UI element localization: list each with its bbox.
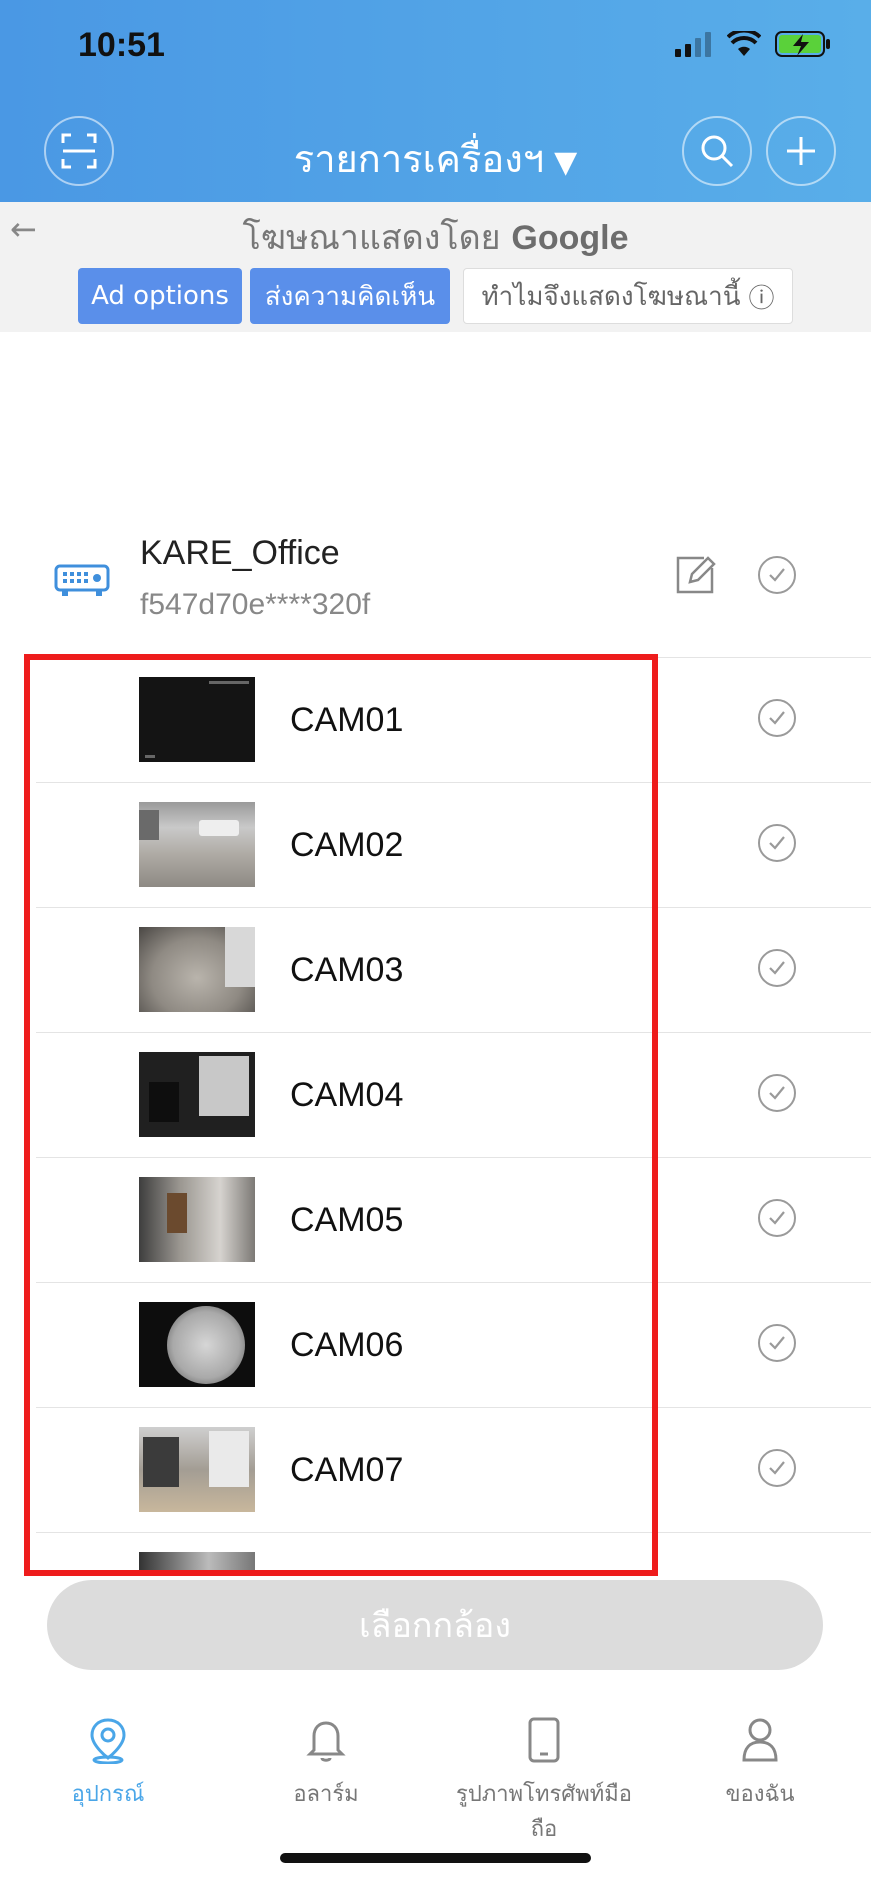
home-indicator [280, 1853, 591, 1863]
top-header: 10:51 รายการเครื่องฯ ▼ [0, 0, 871, 202]
location-pin-icon [90, 1718, 126, 1765]
plus-icon [787, 137, 815, 165]
select-camera-button[interactable]: เลือกกล้อง [47, 1580, 823, 1670]
camera-check-icon[interactable] [758, 949, 796, 987]
camera-check-icon[interactable] [758, 824, 796, 862]
device-name: KARE_Office [140, 534, 340, 572]
status-icons [675, 30, 831, 58]
tab-phone-photos-label: รูปภาพโทรศัพท์มือถือ [456, 1782, 632, 1842]
tab-me-label: ของฉัน [725, 1782, 795, 1807]
edit-icon[interactable] [674, 554, 716, 596]
tab-me[interactable]: ของฉัน [660, 1716, 860, 1811]
bell-icon [306, 1721, 346, 1762]
ad-attribution-text: โฆษณาแสดงโดย [242, 218, 501, 258]
tab-devices[interactable]: อุปกรณ์ [8, 1716, 208, 1811]
ad-banner: ← โฆษณาแสดงโดย Google Ad options ส่งความ… [0, 202, 871, 332]
page-title: รายการเครื่องฯ [293, 137, 545, 181]
camera-check-icon[interactable] [758, 1449, 796, 1487]
camera-check-icon[interactable] [758, 1324, 796, 1362]
search-button[interactable] [682, 116, 752, 186]
highlight-frame [24, 654, 658, 1576]
tab-devices-label: อุปกรณ์ [71, 1782, 145, 1807]
status-time: 10:51 [78, 26, 165, 64]
nvr-recorder-icon [54, 564, 110, 596]
dropdown-triangle-icon: ▼ [554, 145, 578, 180]
device-check-icon[interactable] [758, 556, 796, 594]
signal-icon [675, 32, 711, 57]
ad-brand: Google [511, 219, 629, 257]
ad-why-button[interactable]: ทำไมจึงแสดงโฆษณานี้ ⓘ [463, 268, 793, 324]
ad-feedback-button[interactable]: ส่งความคิดเห็น [250, 268, 450, 324]
device-row[interactable]: KARE_Office f547d70e****320f [0, 520, 871, 660]
camera-check-icon[interactable] [758, 1199, 796, 1237]
tab-alarm[interactable]: อลาร์ม [226, 1716, 426, 1811]
tablet-icon [528, 1717, 560, 1763]
add-device-button[interactable] [766, 116, 836, 186]
tab-alarm-label: อลาร์ม [293, 1782, 359, 1807]
device-id: f547d70e****320f [140, 588, 371, 621]
info-icon: ⓘ [748, 283, 775, 314]
camera-check-icon[interactable] [758, 1074, 796, 1112]
battery-charging-icon [775, 31, 830, 57]
person-icon [742, 1718, 778, 1762]
ad-attribution: โฆษณาแสดงโดย Google [0, 210, 871, 264]
ad-why-label: ทำไมจึงแสดงโฆษณานี้ [481, 281, 741, 312]
search-icon [701, 135, 734, 168]
tab-phone-photos[interactable]: รูปภาพโทรศัพท์มือถือ [444, 1716, 644, 1846]
ad-options-button[interactable]: Ad options [78, 268, 242, 324]
camera-check-icon[interactable] [758, 699, 796, 737]
wifi-icon [727, 31, 761, 56]
